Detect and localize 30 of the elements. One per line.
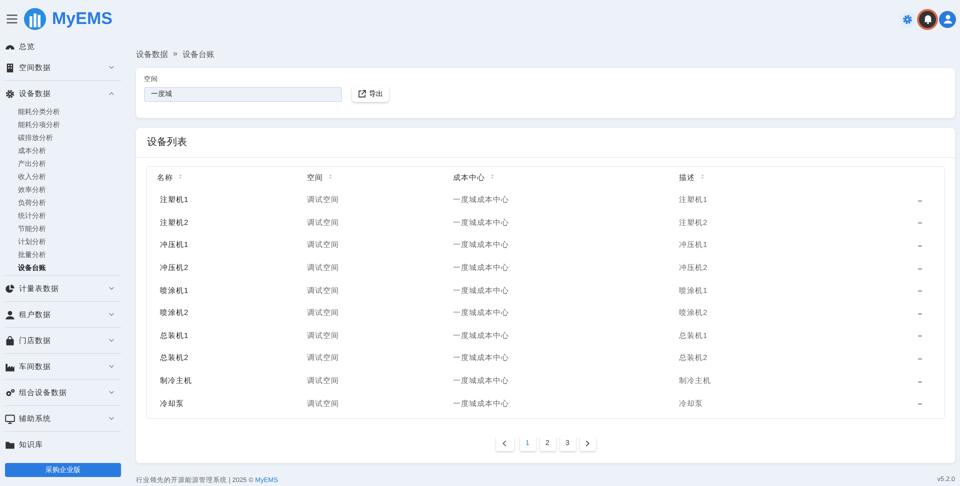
gear-icon [5, 88, 15, 98]
next-page-button[interactable] [580, 436, 596, 451]
monitor-icon [5, 414, 15, 424]
account-button[interactable] [939, 10, 956, 28]
sort-icon [700, 173, 705, 180]
settings-button[interactable] [899, 10, 916, 28]
sort-icon [178, 173, 183, 180]
user-icon [942, 13, 954, 25]
folder-icon [5, 440, 15, 450]
menu-icon [6, 13, 18, 25]
breadcrumb-item[interactable]: 设备数据 [136, 49, 168, 60]
card-title: 设备列表 [136, 128, 955, 158]
sort-icon [490, 173, 495, 180]
notification-button[interactable] [919, 10, 936, 28]
shopping-bag-icon [5, 336, 15, 346]
user-icon [5, 310, 15, 320]
sort-icon [328, 173, 333, 180]
breadcrumb-item: 设备台账 [182, 49, 214, 60]
logo-icon [24, 8, 46, 30]
gears-icon [5, 388, 15, 398]
bell-icon [922, 14, 932, 24]
chevron-right-icon [584, 440, 591, 447]
factory-icon [5, 362, 15, 372]
building-icon [5, 62, 15, 72]
settings-icon [902, 14, 913, 24]
logo-text: MyEMS [52, 9, 112, 29]
external-link-icon [358, 90, 366, 98]
chevron-left-icon [501, 440, 508, 447]
breadcrumb-separator: » [173, 49, 178, 60]
pie-chart-icon [5, 284, 15, 294]
